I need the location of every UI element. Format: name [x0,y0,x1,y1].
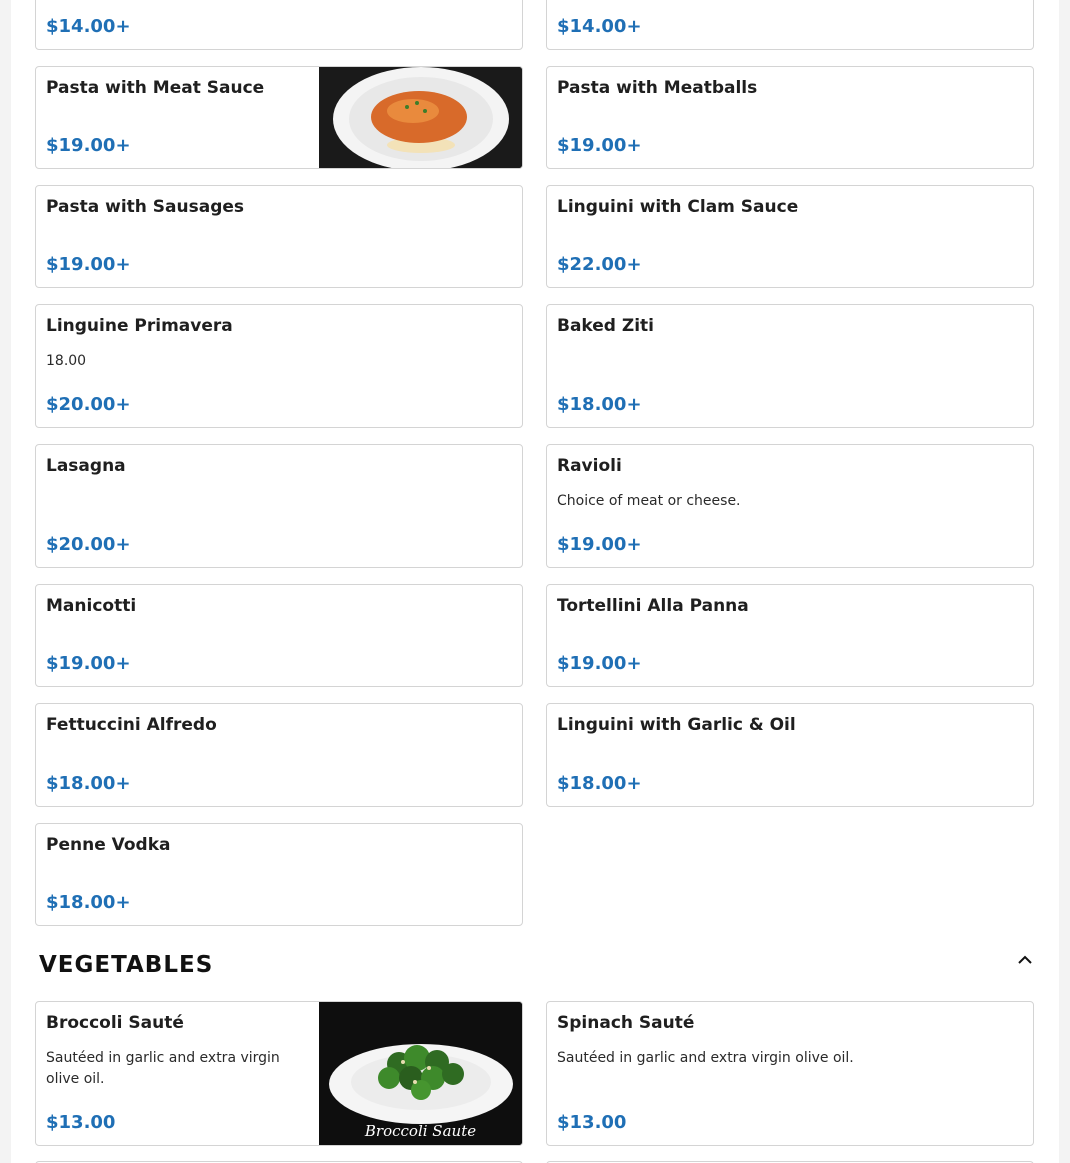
item-name: Broccoli Sauté [46,1013,184,1033]
item-price: $13.00 [46,1112,116,1133]
menu-item-card[interactable]: Manicotti $19.00+ [35,584,523,687]
item-name: Spinach Sauté [557,1013,695,1033]
menu-item-card[interactable]: Penne Vodka $18.00+ [35,823,523,926]
item-name: Fettuccini Alfredo [46,715,217,735]
menu-item-card[interactable]: $14.00+ [546,0,1034,50]
item-name: Lasagna [46,456,126,476]
item-price: $18.00+ [46,773,131,794]
item-price: $19.00+ [46,653,131,674]
menu-item-card[interactable]: Fettuccini Alfredo $18.00+ [35,703,523,807]
item-name: Linguini with Clam Sauce [557,197,799,217]
item-name: Tortellini Alla Panna [557,596,749,616]
section-collapse-button[interactable] [1014,949,1036,971]
menu-item-card[interactable]: Spinach Sauté Sautéed in garlic and extr… [546,1001,1034,1146]
menu-item-card[interactable]: Linguine Primavera 18.00 $20.00+ [35,304,523,428]
menu-page: $14.00+ $14.00+ Pasta with Meat Sauce $1… [11,0,1059,1163]
item-description: Sautéed in garlic and extra virgin olive… [46,1050,280,1087]
item-photo: Broccoli Saute [319,1002,522,1145]
menu-item-card[interactable]: Broccoli Sauté Sautéed in garlic and ext… [35,1001,523,1146]
item-price: $18.00+ [557,773,642,794]
item-price: $18.00+ [46,892,131,913]
item-price: $14.00+ [46,16,131,37]
menu-item-card[interactable]: Linguini with Clam Sauce $22.00+ [546,185,1034,288]
item-name: Linguini with Garlic & Oil [557,715,796,735]
menu-item-card[interactable]: Linguini with Garlic & Oil $18.00+ [546,703,1034,807]
menu-item-card[interactable]: Tortellini Alla Panna $19.00+ [546,584,1034,687]
item-description: 18.00 [46,353,87,369]
item-price: $14.00+ [557,16,642,37]
menu-item-card[interactable]: Ravioli Choice of meat or cheese. $19.00… [546,444,1034,568]
item-name: Linguine Primavera [46,316,233,336]
item-photo [319,67,522,168]
section-title-vegetables: VEGETABLES [39,952,214,978]
item-price: $19.00+ [46,254,131,275]
item-name: Pasta with Sausages [46,197,245,217]
menu-item-card[interactable]: $14.00+ [35,0,523,50]
item-name: Manicotti [46,596,137,616]
menu-item-card[interactable]: Pasta with Sausages $19.00+ [35,185,523,288]
item-price: $20.00+ [46,394,131,415]
item-name: Penne Vodka [46,835,171,855]
item-name: Pasta with Meat Sauce [46,78,265,98]
item-price: $19.00+ [46,135,131,156]
item-price: $19.00+ [557,653,642,674]
item-price: $20.00+ [46,534,131,555]
item-price: $19.00+ [557,135,642,156]
item-price: $19.00+ [557,534,642,555]
menu-item-card[interactable]: Lasagna $20.00+ [35,444,523,568]
item-name: Ravioli [557,456,622,476]
photo-caption: Broccoli Saute [364,1122,477,1140]
item-description: Choice of meat or cheese. [557,493,741,509]
menu-item-card[interactable]: Pasta with Meat Sauce $19.00+ [35,66,523,169]
chevron-up-icon [1018,955,1032,964]
menu-item-card[interactable]: Baked Ziti $18.00+ [546,304,1034,428]
item-price: $13.00 [557,1112,627,1133]
item-name: Baked Ziti [557,316,655,336]
item-name: Pasta with Meatballs [557,78,758,98]
menu-item-card[interactable]: Pasta with Meatballs $19.00+ [546,66,1034,169]
item-price: $22.00+ [557,254,642,275]
item-price: $18.00+ [557,394,642,415]
item-description: Sautéed in garlic and extra virgin olive… [557,1050,854,1066]
